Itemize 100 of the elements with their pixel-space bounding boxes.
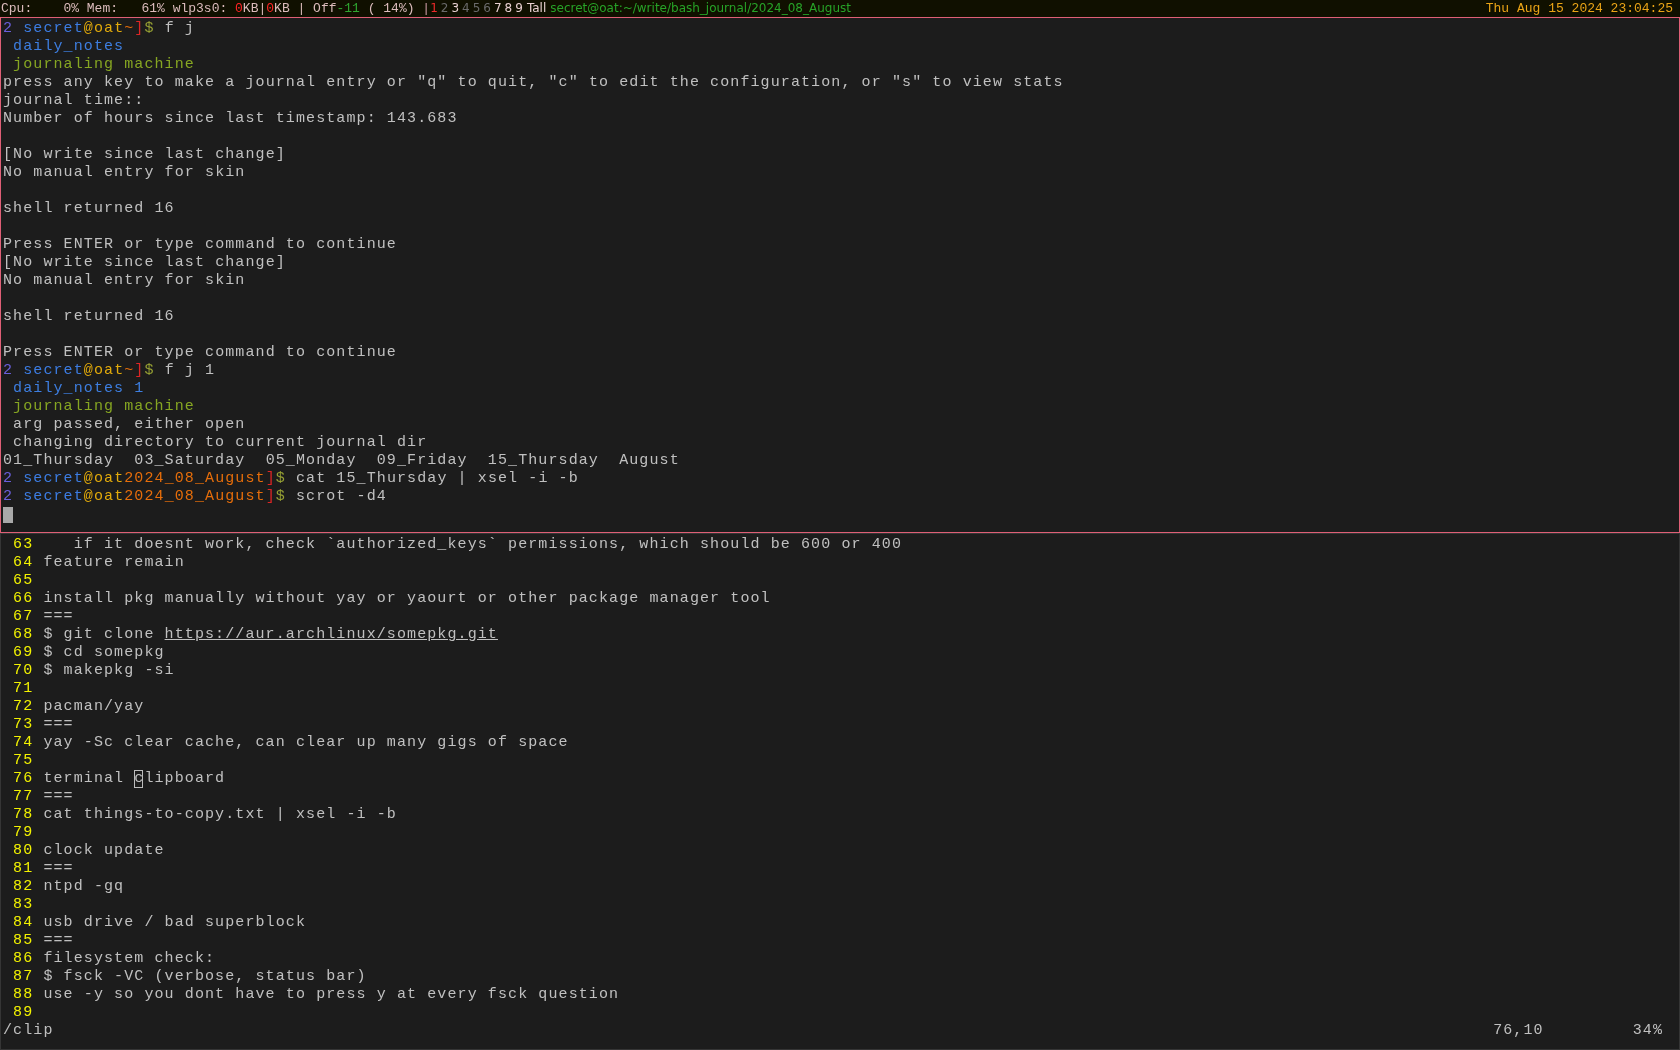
terminal-output-text: [No write since last change] <box>3 146 286 164</box>
cpu-reading: 0% <box>63 0 79 17</box>
line-number: 80 <box>13 842 34 860</box>
editor-line-text: pacman/yay <box>43 698 145 716</box>
directory-name: 01_Thursday <box>3 452 115 470</box>
line-number: 81 <box>13 860 34 878</box>
line-number: 87 <box>13 968 34 986</box>
line-number: 69 <box>13 644 34 662</box>
script-message: arg passed, either open <box>13 416 246 434</box>
line-number: 66 <box>13 590 34 608</box>
terminal-output-text: [No write since last change] <box>3 254 286 272</box>
script-title: daily_notes <box>13 38 125 56</box>
editor-line-text: === <box>43 932 74 950</box>
editor-line-text: install pkg manually without yay or yaourt or other package manager tool <box>43 590 771 608</box>
workspace-tab[interactable]: 5 <box>472 0 481 17</box>
line-number: 89 <box>13 1004 34 1022</box>
line-number: 84 <box>13 914 34 932</box>
editor-line-text: $ fsck -VC (verbose, status bar) <box>43 968 367 986</box>
directory-name: 15_Thursday <box>487 452 599 470</box>
cpu-label: Cpu: <box>1 0 33 17</box>
line-number: 70 <box>13 662 34 680</box>
terminal-output-text: Number of hours since last timestamp: 143.683 <box>3 110 458 128</box>
workspace-tab[interactable]: 1 <box>430 0 438 17</box>
script-message: changing directory to current journal dir <box>13 434 428 452</box>
layout-name: Tall <box>526 0 547 17</box>
terminal-output-text: journal time:: <box>3 92 145 110</box>
workspace-tab[interactable]: 9 <box>515 0 523 17</box>
terminal-output-text: shell returned 16 <box>3 200 175 218</box>
editor-line-text: $ makepkg -si <box>43 662 175 680</box>
network-reading: 0KB|0KB <box>235 0 290 17</box>
workspace-tab[interactable]: 4 <box>462 0 470 17</box>
line-number: 76 <box>13 770 34 788</box>
line-number: 72 <box>13 698 34 716</box>
text-cursor-icon <box>3 507 13 523</box>
workspace-tab[interactable]: 8 <box>504 0 513 17</box>
line-number: 74 <box>13 734 34 752</box>
window-title: secret@oat:~/write/bash_journal/2024_08_August <box>550 0 851 17</box>
line-number: 63 <box>13 536 34 554</box>
terminal-output-text: No manual entry for skin <box>3 272 246 290</box>
url-text: https://aur.archlinux/somepkg.git <box>164 626 498 644</box>
command-text: scrot -d4 <box>295 488 387 506</box>
line-number: 65 <box>13 572 34 590</box>
network-label: wlp3s0: <box>172 0 228 17</box>
editor-line-text: if it doesnt work, check `authorized_keys` permissions, which should be 600 or 400 <box>73 536 902 554</box>
cursor-position: 76,10 <box>1493 1022 1544 1040</box>
shell-prompt: 2 secret@oat2024_08_August]$ <box>3 488 286 506</box>
workspace-tab[interactable]: 7 <box>493 0 502 17</box>
editor-line-text: clock update <box>43 842 165 860</box>
command-text: f j 1 <box>164 362 216 380</box>
memory-label: Mem: <box>86 0 119 17</box>
editor-line-text: yay -Sc clear cache, can clear up many gigs of space <box>43 734 569 752</box>
line-number: 67 <box>13 608 34 626</box>
clock-text: Thu Aug 15 2024 23:04:25 <box>1485 0 1673 17</box>
editor-line-text: cat things-to-copy.txt | xsel -i -b <box>43 806 397 824</box>
terminal-output-text: No manual entry for skin <box>3 164 246 182</box>
separator: | <box>297 0 306 17</box>
command-line-text: /clip <box>3 1022 54 1040</box>
line-number: 79 <box>13 824 34 842</box>
line-number: 88 <box>13 986 34 1004</box>
script-subtitle: journaling machine <box>13 56 195 74</box>
terminal-output-text: press any key to make a journal entry or "q" to quit, "c" to edit the configuration, or "s" to view stats <box>3 74 1064 92</box>
editor-line-text: === <box>43 608 74 626</box>
editor-line-text: === <box>43 788 74 806</box>
editor-line-text: === <box>43 860 74 878</box>
directory-name: 05_Monday <box>265 452 357 470</box>
script-subtitle: journaling machine <box>13 398 195 416</box>
terminal-output-text: shell returned 16 <box>3 308 175 326</box>
line-number: 64 <box>13 554 34 572</box>
shell-prompt: 2 secret@oat~]$ <box>3 20 155 38</box>
terminal-output-text: Press ENTER or type command to continue <box>3 236 397 254</box>
workspace-tab[interactable]: 2 <box>440 0 449 17</box>
terminal-output-text: Press ENTER or type command to continue <box>3 344 397 362</box>
line-number: 73 <box>13 716 34 734</box>
workspace-tab[interactable]: 6 <box>483 0 491 17</box>
editor-line-text: feature remain <box>43 554 185 572</box>
workspace-tab[interactable]: 3 <box>451 0 460 17</box>
directory-name: August <box>619 452 680 470</box>
editor-line-text: use -y so you dont have to press y at every fsck question <box>43 986 620 1004</box>
scroll-percent: 34% <box>1632 1022 1663 1040</box>
directory-name: 03_Saturday <box>134 452 246 470</box>
volume-percent: ( 14%) <box>367 0 415 17</box>
line-number: 68 <box>13 626 34 644</box>
script-title: daily_notes 1 <box>13 380 145 398</box>
editor-line-text: filesystem check: <box>43 950 216 968</box>
volume-reading: Off-11 <box>313 0 360 17</box>
line-number: 82 <box>13 878 34 896</box>
line-number: 83 <box>13 896 34 914</box>
command-text: cat 15_Thursday | xsel -i -b <box>295 470 579 488</box>
editor-line-text: === <box>43 716 74 734</box>
shell-prompt: 2 secret@oat2024_08_August]$ <box>3 470 286 488</box>
line-number: 78 <box>13 806 34 824</box>
line-number: 75 <box>13 752 34 770</box>
memory-reading: 61% <box>141 0 165 17</box>
editor-line-text: usb drive / bad superblock <box>43 914 307 932</box>
editor-line-text: ntpd -gq <box>43 878 125 896</box>
line-number: 77 <box>13 788 34 806</box>
editor-line-text: $ cd somepkg <box>43 644 165 662</box>
line-number: 71 <box>13 680 34 698</box>
directory-name: 09_Friday <box>376 452 468 470</box>
command-text: f j <box>164 20 195 38</box>
